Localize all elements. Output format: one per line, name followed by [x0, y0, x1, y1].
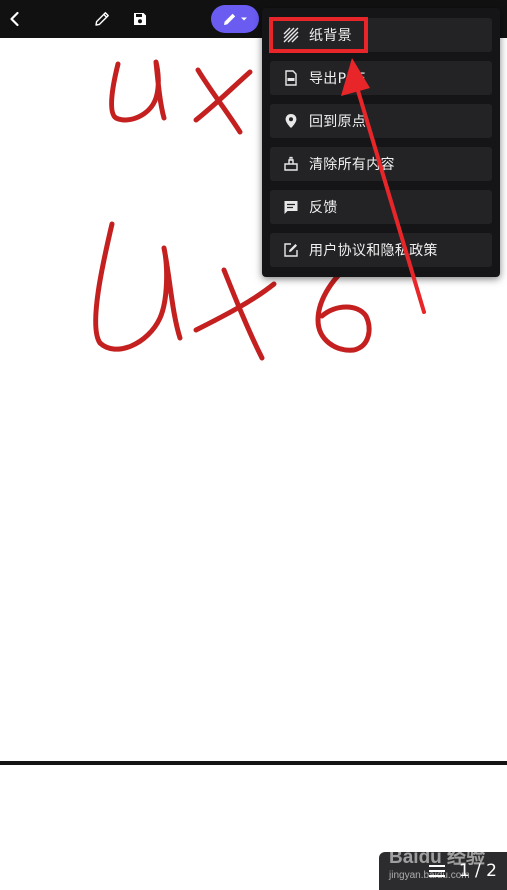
menu-item-label: 回到原点 [309, 114, 367, 130]
pen-icon [224, 13, 236, 25]
stroke-u-2 [93, 221, 183, 352]
list-icon [428, 864, 445, 878]
menu-item-terms-privacy[interactable]: 用户协议和隐私政策 [270, 233, 492, 267]
menu-item-export-pdf[interactable]: 导出PDF [270, 61, 492, 95]
menu-item-label: 反馈 [309, 200, 338, 216]
menu-item-label: 导出PDF [309, 71, 366, 87]
save-icon [134, 13, 146, 25]
pen-tool-button[interactable] [211, 5, 259, 33]
menu-item-clear-all[interactable]: 清除所有内容 [270, 147, 492, 181]
stroke-u-1 [109, 59, 167, 123]
page-count: 1 / 2 [458, 861, 497, 881]
menu-item-back-to-origin[interactable]: 回到原点 [270, 104, 492, 138]
menu-item-label: 清除所有内容 [309, 157, 395, 173]
feedback-icon [283, 199, 299, 215]
caret-down-icon [241, 17, 247, 21]
location-pin-icon [283, 113, 299, 129]
eraser-icon [283, 156, 299, 172]
pdf-file-icon [283, 70, 299, 86]
menu-item-feedback[interactable]: 反馈 [270, 190, 492, 224]
back-button[interactable] [2, 6, 28, 32]
pencil-icon [95, 12, 109, 26]
chevron-left-icon [10, 11, 19, 27]
menu-item-label: 用户协议和隐私政策 [309, 243, 438, 259]
pencil-button[interactable] [89, 6, 115, 32]
page-divider [0, 761, 507, 765]
highlight-box [269, 17, 368, 53]
page-indicator[interactable]: 1 / 2 [379, 852, 507, 890]
edit-document-icon [283, 242, 299, 258]
save-button[interactable] [127, 6, 153, 32]
screen: 纸背景 导出PDF 回到原点 清除所有内容 反馈 用户协议和隐私政策 1 / 2… [0, 0, 507, 890]
